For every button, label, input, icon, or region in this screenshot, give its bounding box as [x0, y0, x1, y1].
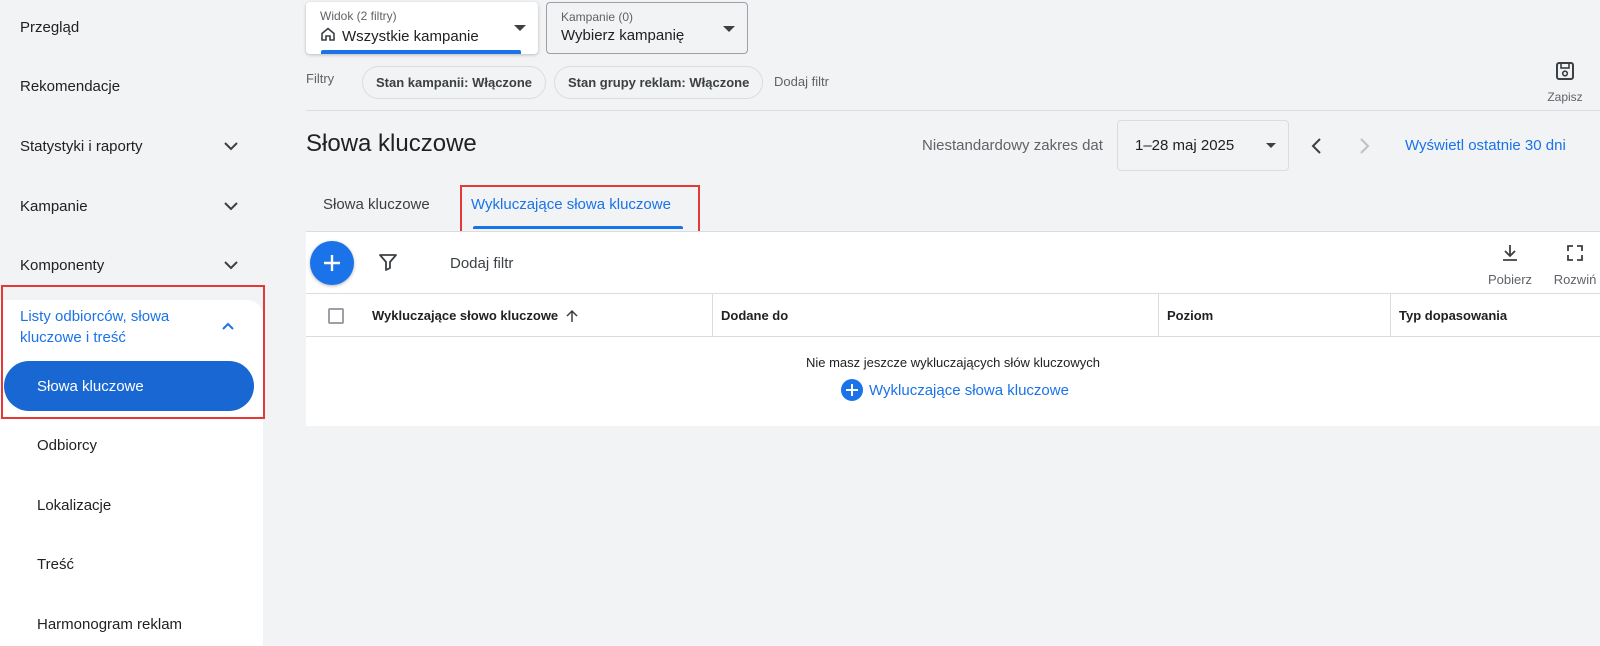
add-button[interactable] — [310, 241, 354, 285]
nav-item-locations[interactable]: Lokalizacje — [37, 497, 111, 514]
add-negative-keywords-label: Wykluczające słowa kluczowe — [869, 381, 1069, 399]
nav-item-label: Statystyki i raporty — [20, 137, 143, 155]
nav-item-overview[interactable]: Przegląd — [20, 7, 243, 47]
column-header-label: Wykluczające słowo kluczowe — [372, 308, 559, 323]
filter-chip-campaign-status[interactable]: Stan kampanii: Włączone — [362, 66, 547, 99]
nav-item-label: Kampanie — [20, 197, 88, 215]
expand-label: Rozwiń — [1553, 272, 1597, 287]
chevron-up-icon[interactable] — [216, 314, 240, 343]
nav-item-ad-schedule[interactable]: Harmonogram reklam — [37, 616, 182, 633]
filters-label: Filtry — [306, 71, 335, 86]
dropdown-arrow-icon — [723, 26, 735, 32]
dropdown-arrow-icon — [514, 25, 526, 31]
arrow-up-icon — [566, 309, 578, 323]
empty-state-message: Nie masz jeszcze wykluczających słów klu… — [805, 355, 1101, 370]
download-label: Pobierz — [1487, 272, 1533, 287]
nav-item-assets[interactable]: Komponenty — [20, 245, 243, 285]
column-header-level[interactable]: Poziom — [1158, 294, 1390, 337]
add-negative-keywords-link[interactable]: Wykluczające słowa kluczowe — [841, 379, 1069, 401]
view-selector-value-row: Wszystkie kampanie — [320, 26, 524, 46]
campaign-selector-label: Kampanie (0) — [561, 10, 634, 24]
previous-period-button[interactable] — [1304, 134, 1328, 158]
column-header-negative-keyword[interactable]: Wykluczające słowo kluczowe — [364, 294, 700, 337]
plus-icon — [324, 255, 340, 271]
date-range-picker[interactable]: 1–28 maj 2025 — [1117, 120, 1289, 171]
chevron-left-icon — [1311, 138, 1321, 154]
add-circle-icon — [841, 379, 863, 401]
expand-button[interactable]: Rozwiń — [1550, 242, 1600, 287]
nav-item-campaigns[interactable]: Kampanie — [20, 186, 243, 226]
nav-group-panel — [0, 300, 263, 646]
view-selector-indicator — [321, 50, 521, 54]
next-period-button[interactable] — [1353, 134, 1377, 158]
tab-keywords[interactable]: Słowa kluczowe — [323, 196, 430, 213]
nav-item-label: Rekomendacje — [20, 77, 121, 95]
view-selector-label: Widok (2 filtry) — [320, 9, 397, 23]
tab-negative-keywords[interactable]: Wykluczające słowa kluczowe — [471, 196, 671, 213]
chevron-down-icon — [219, 134, 243, 158]
table-header: Wykluczające słowo kluczowe Dodane do Po… — [306, 293, 1600, 337]
column-header-match-type[interactable]: Typ dopasowania — [1390, 294, 1600, 337]
home-icon — [320, 26, 336, 46]
save-button[interactable]: Zapisz — [1540, 58, 1590, 104]
add-filter-button[interactable]: Dodaj filtr — [450, 255, 513, 272]
nav-item-content[interactable]: Treść — [37, 556, 74, 573]
last-30-days-link[interactable]: Wyświetl ostatnie 30 dni — [1405, 137, 1566, 154]
nav-item-audiences[interactable]: Odbiorcy — [37, 437, 97, 454]
select-all-checkbox[interactable] — [328, 308, 344, 324]
active-tab-indicator — [473, 226, 683, 229]
download-button[interactable]: Pobierz — [1480, 242, 1540, 287]
table-card: Dodaj filtr Pobierz Rozwiń Wykluczające … — [306, 231, 1600, 426]
column-header-added-to[interactable]: Dodane do — [712, 294, 1158, 337]
fullscreen-icon — [1550, 242, 1600, 264]
add-filter-link[interactable]: Dodaj filtr — [774, 74, 829, 89]
campaign-selector[interactable]: Kampanie (0) Wybierz kampanię — [546, 2, 748, 54]
sidebar: Przegląd Rekomendacje Statystyki i rapor… — [0, 0, 265, 646]
divider — [306, 110, 1600, 111]
nav-item-recommendations[interactable]: Rekomendacje — [20, 66, 243, 106]
download-icon — [1480, 242, 1540, 264]
chevron-down-icon — [219, 253, 243, 277]
view-selector-value: Wszystkie kampanie — [342, 27, 479, 45]
filter-icon[interactable] — [377, 251, 399, 278]
nav-item-label: Przegląd — [20, 18, 80, 36]
chevron-right-icon — [1360, 138, 1370, 154]
view-selector[interactable]: Widok (2 filtry) Wszystkie kampanie — [306, 2, 538, 54]
chevron-down-icon — [219, 194, 243, 218]
nav-item-insights-reports[interactable]: Statystyki i raporty — [20, 126, 243, 166]
save-label: Zapisz — [1547, 90, 1583, 104]
campaign-selector-value: Wybierz kampanię — [561, 27, 685, 44]
date-range-label: Niestandardowy zakres dat — [922, 137, 1103, 154]
nav-item-label: Komponenty — [20, 256, 105, 274]
nav-group-audiences-keywords[interactable]: Listy odbiorców, słowa kluczowe i treść — [20, 306, 220, 348]
dropdown-arrow-icon — [1266, 143, 1276, 148]
save-icon — [1540, 58, 1590, 84]
date-range-value: 1–28 maj 2025 — [1135, 137, 1235, 154]
filter-chip-adgroup-status[interactable]: Stan grupy reklam: Włączone — [554, 66, 764, 99]
nav-item-keywords-active[interactable]: Słowa kluczowe — [4, 361, 254, 411]
page-title: Słowa kluczowe — [306, 130, 477, 157]
